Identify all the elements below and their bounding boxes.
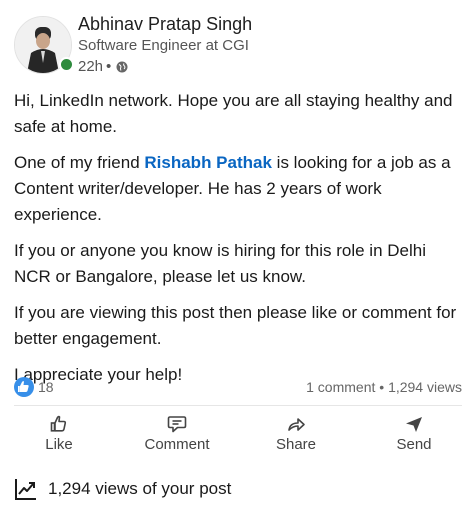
post-meta: 22h •: [78, 58, 128, 75]
send-icon: [406, 417, 422, 432]
online-status-dot: [59, 57, 74, 72]
send-button[interactable]: Send: [364, 410, 464, 458]
post-header: Abhinav Pratap Singh Software Engineer a…: [14, 12, 464, 78]
divider: [14, 405, 462, 406]
stats-separator: •: [379, 379, 385, 395]
view-count[interactable]: 1,294 views: [388, 379, 462, 395]
post-analytics[interactable]: 1,294 views of your post: [14, 474, 231, 504]
author-avatar-container[interactable]: [14, 16, 74, 74]
share-button[interactable]: Share: [246, 410, 346, 458]
trending-chart-icon: [15, 479, 36, 500]
send-label: Send: [396, 436, 432, 453]
comment-icon: [167, 416, 187, 433]
globe-icon: [116, 61, 128, 72]
like-reaction-icon[interactable]: [14, 377, 34, 397]
mention-link[interactable]: Rishabh Pathak: [144, 153, 272, 172]
social-counts: 18 1 comment • 1,294 views: [14, 376, 462, 400]
post-text: One of my friend: [14, 153, 145, 172]
comment-label: Comment: [144, 436, 210, 453]
post-paragraph: Hi, LinkedIn network. Hope you are all s…: [14, 91, 453, 136]
share-label: Share: [275, 436, 317, 453]
comment-count[interactable]: 1 comment: [306, 379, 375, 395]
post-paragraph: One of my friend Rishabh Pathak is looki…: [14, 150, 464, 228]
analytics-label[interactable]: 1,294 views of your post: [48, 479, 231, 499]
like-icon: [50, 415, 67, 432]
author-headline: Software Engineer at CGI: [78, 37, 249, 54]
post-time: 22h: [78, 58, 104, 75]
post-paragraph: If you or anyone you know is hiring for …: [14, 241, 426, 286]
like-button[interactable]: Like: [9, 410, 109, 458]
engagement-summary[interactable]: 1 comment • 1,294 views: [306, 379, 462, 395]
share-arrow-icon: [288, 418, 305, 431]
post-paragraph: If you are viewing this post then please…: [14, 303, 457, 348]
comment-button[interactable]: Comment: [127, 410, 227, 458]
meta-separator: •: [106, 58, 112, 75]
post-body: Hi, LinkedIn network. Hope you are all s…: [14, 88, 464, 398]
thumbs-up-icon: [18, 381, 29, 392]
author-name[interactable]: Abhinav Pratap Singh: [78, 14, 252, 35]
reaction-count[interactable]: 18: [38, 379, 54, 395]
like-label: Like: [45, 436, 73, 453]
action-bar: Like Comment Share Send: [0, 410, 474, 458]
